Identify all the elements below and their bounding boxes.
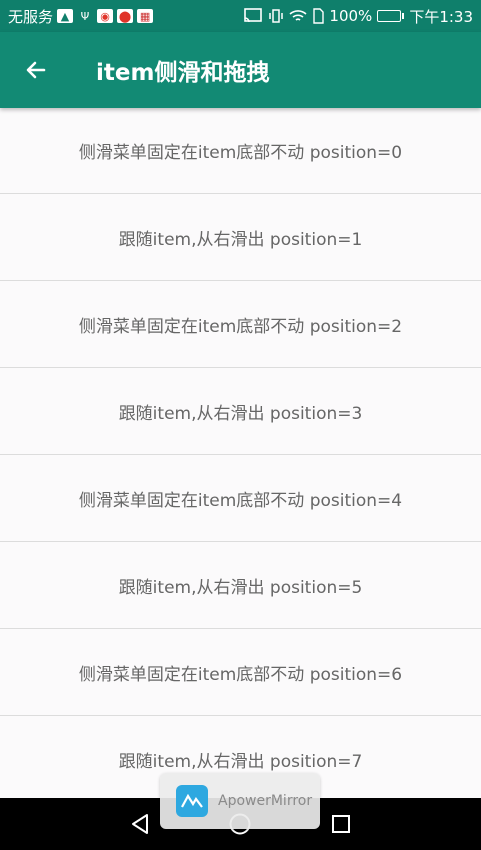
- wifi-icon: [289, 10, 307, 21]
- carrier-text: 无服务: [8, 7, 54, 26]
- sim-icon: [313, 8, 325, 24]
- maps-icon: ⬤: [117, 9, 134, 23]
- cast-icon: [244, 8, 263, 23]
- list-item-label: 跟随item,从右滑出 position=7: [118, 751, 363, 772]
- list-item-label: 侧滑菜单固定在item底部不动 position=6: [78, 664, 403, 685]
- status-right: 100% 下午1:33: [243, 6, 473, 27]
- status-left: 无服务 ▲ Ψ ◉ ⬤ ▦: [8, 6, 154, 27]
- battery-percent: 100%: [329, 7, 373, 25]
- list-item-label: 跟随item,从右滑出 position=1: [118, 229, 363, 250]
- app-bar: item侧滑和拖拽: [0, 32, 481, 108]
- back-arrow-icon[interactable]: [24, 58, 48, 82]
- weibo-icon: ◉: [97, 9, 114, 23]
- item-list[interactable]: 侧滑菜单固定在item底部不动 position=0 跟随item,从右滑出 p…: [0, 108, 481, 798]
- list-item-label: 侧滑菜单固定在item底部不动 position=0: [78, 143, 403, 163]
- vibrate-icon: [269, 9, 284, 23]
- square-recents-icon[interactable]: [330, 813, 352, 835]
- usb-icon: Ψ: [80, 9, 90, 23]
- page-title: item侧滑和拖拽: [96, 60, 270, 86]
- list-item-label: 侧滑菜单固定在item底部不动 position=4: [78, 490, 403, 511]
- nav-back-button[interactable]: [120, 804, 160, 844]
- list-item[interactable]: 侧滑菜单固定在item底部不动 position=4: [0, 455, 481, 542]
- battery-icon: [377, 10, 405, 22]
- list-item[interactable]: 侧滑菜单固定在item底部不动 position=2: [0, 281, 481, 368]
- status-bar: 无服务 ▲ Ψ ◉ ⬤ ▦ 100% 下午1:33: [0, 0, 481, 32]
- list-item-label: 跟随item,从右滑出 position=5: [118, 577, 363, 598]
- triangle-back-icon[interactable]: [129, 813, 151, 835]
- apowermirror-watermark: ApowerMirror: [160, 773, 320, 829]
- list-item-label: 跟随item,从右滑出 position=3: [118, 403, 363, 424]
- list-item-label: 侧滑菜单固定在item底部不动 position=2: [78, 316, 403, 337]
- list-item[interactable]: 跟随item,从右滑出 position=1: [0, 194, 481, 281]
- list-item[interactable]: 跟随item,从右滑出 position=5: [0, 542, 481, 629]
- list-item[interactable]: 跟随item,从右滑出 position=3: [0, 368, 481, 455]
- apowermirror-logo-icon: [176, 785, 208, 817]
- watermark-text: ApowerMirror: [218, 793, 313, 809]
- clock-time: 下午1:33: [409, 7, 473, 26]
- mirror-icon: ▲: [57, 9, 74, 23]
- nav-recents-button[interactable]: [321, 804, 361, 844]
- back-button[interactable]: [0, 32, 72, 108]
- list-item[interactable]: 侧滑菜单固定在item底部不动 position=0: [0, 108, 481, 194]
- list-item[interactable]: 侧滑菜单固定在item底部不动 position=6: [0, 629, 481, 716]
- calendar-icon: ▦: [137, 9, 154, 23]
